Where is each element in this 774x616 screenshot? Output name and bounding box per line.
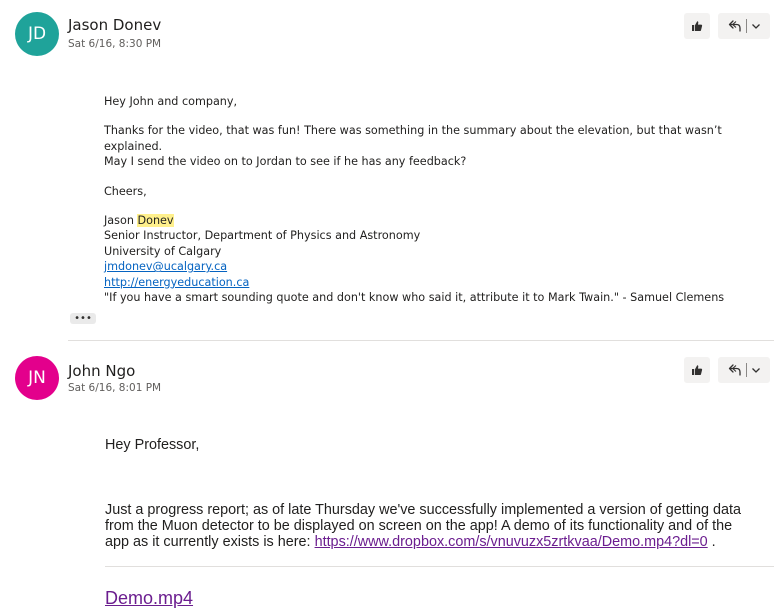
avatar: JN (15, 356, 59, 400)
body-text: app as it currently exists is here: http… (105, 534, 716, 550)
reply-all-icon (728, 364, 741, 376)
closing: Cheers, (104, 184, 147, 198)
message-date: Sat 6/16, 8:30 PM (68, 38, 162, 50)
chevron-down-icon[interactable] (751, 21, 761, 31)
signature-quote: "If you have a smart sounding quote and … (104, 291, 725, 305)
body-text: May I send the video on to Jordan to see… (104, 155, 467, 169)
message-body: Hey John and company, Thanks for the vid… (104, 94, 774, 305)
body-text: from the Muon detector to be displayed o… (105, 518, 733, 534)
message-body: Hey Professor, (105, 437, 199, 453)
signature-title: Senior Instructor, Department of Physics… (104, 229, 421, 243)
website-link[interactable]: http://energyeducation.ca (104, 276, 249, 289)
greeting: Hey Professor, (105, 437, 200, 453)
like-button[interactable] (684, 357, 710, 383)
message-john-ngo: JN John Ngo Sat 6/16, 8:01 PM Hey Profes… (0, 341, 774, 616)
message-date: Sat 6/16, 8:01 PM (68, 382, 162, 394)
thumbs-up-icon (692, 365, 703, 375)
like-button[interactable] (684, 13, 710, 39)
attachment-link[interactable]: Demo.mp4 (105, 588, 193, 609)
content-divider (105, 566, 774, 567)
sender-name[interactable]: John Ngo (68, 362, 135, 380)
dropbox-link[interactable]: https://www.dropbox.com/s/vnuvuzx5zrtkva… (315, 534, 708, 550)
signature-org: University of Calgary (104, 244, 222, 258)
thumbs-up-icon (692, 21, 703, 31)
signature-name: Jason Donev (104, 214, 174, 228)
email-link[interactable]: jmdonev@ucalgary.ca (104, 260, 227, 273)
message-actions (684, 13, 770, 39)
body-text: Thanks for the video, that was fun! Ther… (104, 124, 722, 153)
message-body-text: Just a progress report; as of late Thurs… (105, 502, 741, 550)
reply-all-button[interactable] (718, 13, 770, 39)
show-more-button[interactable]: ••• (70, 313, 96, 324)
reply-all-icon (728, 20, 741, 32)
greeting: Hey John and company, (104, 95, 238, 108)
reply-all-button[interactable] (718, 357, 770, 383)
chevron-down-icon[interactable] (751, 365, 761, 375)
message-actions (684, 357, 770, 383)
body-text: Just a progress report; as of late Thurs… (105, 502, 741, 518)
sender-name[interactable]: Jason Donev (68, 16, 161, 34)
avatar: JD (15, 12, 59, 56)
message-jason-donev: JD Jason Donev Sat 6/16, 8:30 PM Hey Joh… (0, 0, 774, 340)
